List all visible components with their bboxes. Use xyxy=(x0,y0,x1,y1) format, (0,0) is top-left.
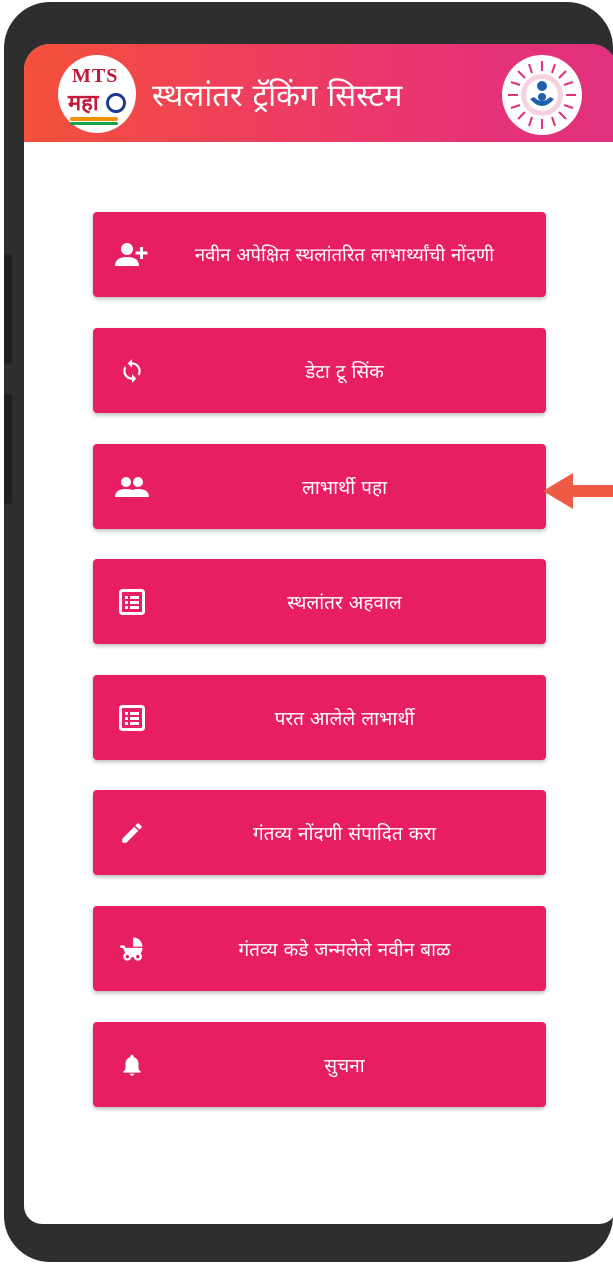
people-icon xyxy=(115,472,149,502)
bell-icon xyxy=(115,1050,149,1080)
notifications-button[interactable]: सुचना xyxy=(93,1022,546,1107)
register-beneficiary-label: नवीन अपेक्षित स्थलांतरित लाभार्थ्यांची न… xyxy=(194,245,495,266)
app-title: स्थलांतर ट्रॅकिंग सिस्टम xyxy=(152,78,403,114)
notifications-label: सुचना xyxy=(324,1054,365,1077)
volume-up-button xyxy=(4,254,12,364)
migration-report-button[interactable]: स्थलांतर अहवाल xyxy=(93,559,546,644)
app-screen: MTS महा स्थलांतर ट्रॅकिंग सिस्टम नवीन अप… xyxy=(24,44,613,1224)
data-sync-label: डेटा टू सिंक xyxy=(305,360,384,383)
logo-text-mts: MTS xyxy=(72,65,119,87)
newborn-at-destination-label: गंतव्य कडे जन्मलेले नवीन बाळ xyxy=(238,938,451,961)
view-beneficiaries-label: लाभार्थी पहा xyxy=(302,476,387,499)
add-person-icon xyxy=(115,240,149,270)
baby-stroller-icon xyxy=(115,934,149,964)
app-header: MTS महा स्थलांतर ट्रॅकिंग सिस्टम xyxy=(24,44,613,142)
returned-beneficiaries-button[interactable]: परत आलेले लाभार्थी xyxy=(93,675,546,760)
view-beneficiaries-button[interactable]: लाभार्थी पहा xyxy=(93,444,546,529)
sync-icon xyxy=(115,356,149,386)
register-beneficiary-button[interactable]: नवीन अपेक्षित स्थलांतरित लाभार्थ्यांची न… xyxy=(93,212,546,297)
data-sync-button[interactable]: डेटा टू सिंक xyxy=(93,328,546,413)
pencil-icon xyxy=(115,818,149,848)
edit-destination-registration-button[interactable]: गंतव्य नोंदणी संपादित करा xyxy=(93,790,546,875)
list-report-icon xyxy=(115,587,149,617)
annotation-arrow-icon xyxy=(543,473,613,509)
volume-down-button xyxy=(4,394,12,504)
logo-saffron-stripe xyxy=(70,117,118,121)
migration-report-label: स्थलांतर अहवाल xyxy=(287,591,402,614)
list-report-icon xyxy=(115,703,149,733)
returned-beneficiaries-label: परत आलेले लाभार्थी xyxy=(274,707,415,730)
logo-green-stripe xyxy=(70,122,118,125)
ashoka-wheel-icon xyxy=(106,93,126,113)
phone-frame: MTS महा स्थलांतर ट्रॅकिंग सिस्टम नवीन अप… xyxy=(4,2,613,1262)
edit-destination-registration-label: गंतव्य नोंदणी संपादित करा xyxy=(252,822,437,845)
icds-emblem-logo xyxy=(502,55,582,135)
mts-maha-logo: MTS महा xyxy=(58,55,136,133)
newborn-at-destination-button[interactable]: गंतव्य कडे जन्मलेले नवीन बाळ xyxy=(93,906,546,991)
logo-text-maha: महा xyxy=(68,91,99,116)
